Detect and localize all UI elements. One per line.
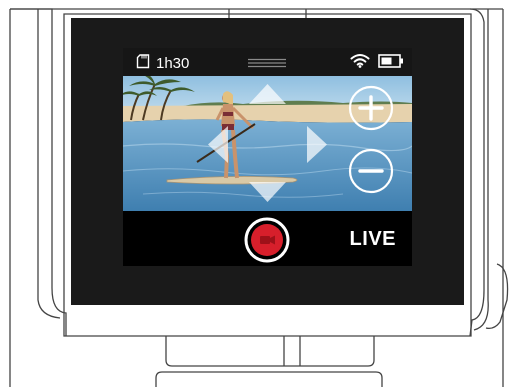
arrow-down-icon[interactable]: [249, 182, 286, 202]
storage-status: 1h30: [136, 54, 189, 73]
arrow-right-icon[interactable]: [307, 126, 327, 163]
status-bar: 1h30: [123, 48, 412, 76]
battery-icon: [378, 53, 404, 73]
arrow-left-icon[interactable]: [208, 126, 228, 163]
live-button[interactable]: LIVE: [350, 228, 396, 251]
control-bar: LIVE: [123, 211, 412, 266]
menu-handle-icon[interactable]: [248, 58, 286, 68]
record-video-icon: [260, 235, 275, 245]
connectivity-status: [350, 53, 404, 73]
zoom-in-icon[interactable]: [348, 85, 394, 131]
zoom-out-icon[interactable]: [348, 148, 394, 194]
sd-card-icon: [136, 54, 150, 73]
recording-time-left: 1h30: [156, 55, 190, 72]
arrow-up-icon[interactable]: [249, 84, 286, 104]
wifi-icon: [350, 53, 370, 73]
camera-device: 1h30 LIVE: [0, 0, 515, 387]
record-button[interactable]: [244, 217, 290, 263]
touch-screen[interactable]: 1h30 LIVE: [123, 48, 412, 266]
